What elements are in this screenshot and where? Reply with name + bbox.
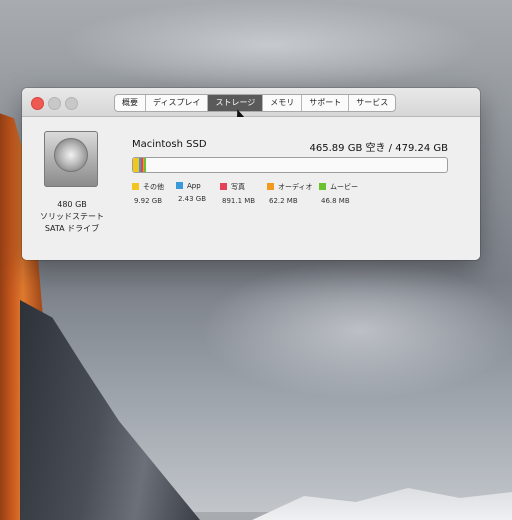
hard-drive-icon (44, 131, 98, 187)
legend-label: オーディオ (278, 183, 313, 191)
snow-ridge (252, 488, 512, 520)
legend-size: 9.92 GB (134, 197, 163, 205)
legend-label: 写真 (231, 183, 245, 191)
color-swatch (220, 183, 227, 190)
legend-item-audio: オーディオ 62.2 MB (267, 182, 313, 205)
disk-size: 480 GB (57, 200, 87, 209)
legend-size: 46.8 MB (321, 197, 350, 205)
color-swatch (132, 183, 139, 190)
legend-size: 62.2 MB (269, 197, 298, 205)
color-swatch (176, 182, 183, 189)
disk-type: ソリッドステート (40, 212, 104, 221)
storage-panel: 480 GB ソリッドステート SATA ドライブ Macintosh SSD … (22, 117, 480, 260)
about-this-mac-window: 概要 ディスプレイ ストレージ メモリ サポート サービス 480 GB ソリッ… (22, 88, 480, 260)
legend-item-apps: App 2.43 GB (176, 182, 206, 203)
tab-support[interactable]: サポート (302, 95, 350, 111)
usage-segment-4 (144, 158, 146, 172)
legend-label: App (187, 182, 201, 190)
cloud (200, 260, 512, 400)
legend-label: ムービー (330, 183, 358, 191)
title-bar: 概要 ディスプレイ ストレージ メモリ サポート サービス (22, 88, 480, 121)
close-button[interactable] (31, 97, 44, 110)
legend-item-photos: 写真 891.1 MB (220, 182, 255, 205)
disk-platter (54, 138, 88, 172)
drive-name: Macintosh SSD (132, 139, 207, 150)
color-swatch (267, 183, 274, 190)
legend-item-other: その他 9.92 GB (132, 182, 164, 205)
legend-size: 2.43 GB (178, 195, 207, 203)
tab-overview[interactable]: 概要 (115, 95, 146, 111)
mountain-ridge (20, 300, 200, 520)
legend-item-movies: ムービー 46.8 MB (319, 182, 358, 205)
tab-displays[interactable]: ディスプレイ (146, 95, 209, 111)
legend-label: その他 (143, 183, 164, 191)
minimize-button[interactable] (48, 97, 61, 110)
storage-usage-bar[interactable] (132, 157, 448, 173)
cloud (60, 0, 480, 90)
tab-service[interactable]: サービス (349, 95, 395, 111)
legend-size: 891.1 MB (222, 197, 256, 205)
tab-bar: 概要 ディスプレイ ストレージ メモリ サポート サービス (114, 94, 397, 112)
capacity-text: 465.89 GB 空き / 479.24 GB (309, 143, 448, 154)
tab-memory[interactable]: メモリ (263, 95, 303, 111)
disk-interface: SATA ドライブ (44, 224, 100, 233)
color-swatch (319, 183, 326, 190)
zoom-button[interactable] (65, 97, 78, 110)
